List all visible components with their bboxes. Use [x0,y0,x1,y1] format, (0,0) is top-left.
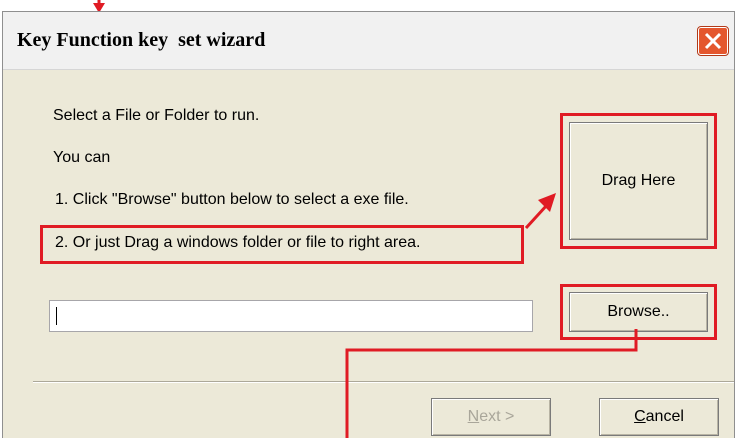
footer-divider [33,381,734,383]
wizard-dialog: Key Function key set wizard Select a Fil… [2,11,735,438]
instruction-line-1: Select a File or Folder to run. [53,107,260,124]
title-bar: Key Function key set wizard [3,12,734,70]
instruction-line-4: 2. Or just Drag a windows folder or file… [55,234,421,251]
close-button[interactable] [697,26,729,56]
close-x-icon [704,32,722,50]
instruction-line-2: You can [53,149,111,166]
drag-here-label: Drag Here [601,172,676,189]
wizard-content: Select a File or Folder to run. You can … [3,70,734,439]
file-path-input[interactable] [49,300,533,332]
instruction-line-3: 1. Click "Browse" button below to select… [55,191,409,208]
dialog-title: Key Function key set wizard [17,29,266,51]
cancel-label: Cancel [634,408,684,425]
drag-here-drop-area[interactable]: Drag Here [569,122,708,240]
browse-label: Browse.. [607,303,670,320]
next-label: Next > [467,408,515,425]
browse-button[interactable]: Browse.. [569,292,708,332]
next-button[interactable]: Next > [431,398,551,436]
cancel-button[interactable]: Cancel [599,398,719,436]
text-caret [56,307,57,325]
